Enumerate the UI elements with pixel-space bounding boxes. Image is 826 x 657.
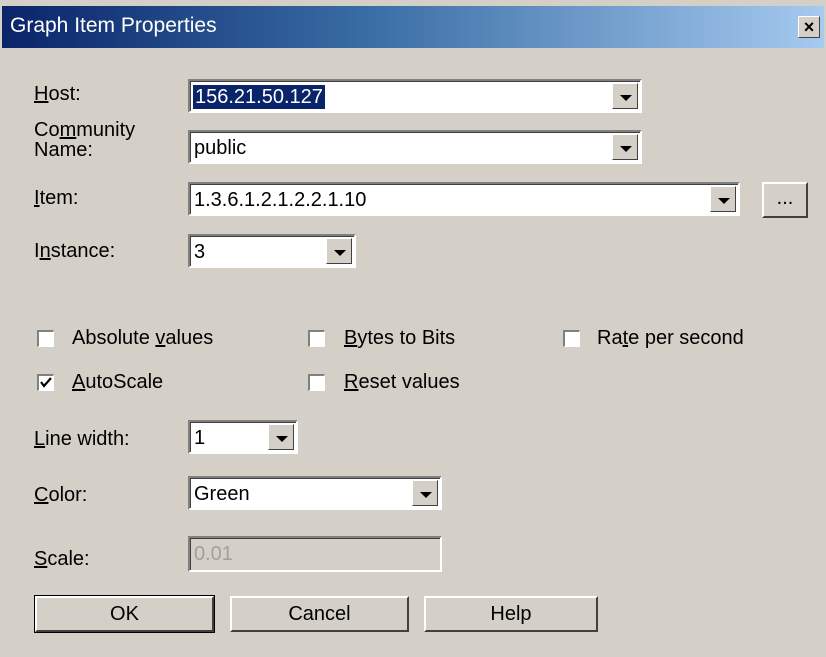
host-combobox[interactable]: 156.21.50.127 (188, 79, 642, 113)
instance-combobox[interactable]: 3 (188, 234, 356, 268)
cancel-button[interactable]: Cancel (230, 596, 409, 632)
rate-per-second-label[interactable]: Rate per second (597, 327, 744, 349)
scale-input[interactable]: 0.01 (188, 536, 442, 572)
title-bar[interactable]: Graph Item Properties × (2, 6, 824, 48)
bytes-to-bits-checkbox[interactable] (308, 330, 325, 347)
close-icon: × (803, 17, 815, 37)
help-button[interactable]: Help (424, 596, 598, 632)
reset-values-checkbox[interactable] (308, 374, 325, 391)
reset-values-label[interactable]: Reset values (344, 371, 460, 393)
graph-item-properties-dialog: Graph Item Properties × Host: 156.21.50.… (0, 0, 826, 657)
community-dropdown-button[interactable] (612, 134, 638, 160)
instance-value: 3 (194, 241, 206, 263)
host-label: Host: (34, 83, 81, 105)
item-browse-button[interactable]: ... (762, 182, 808, 218)
instance-label: Instance: (34, 240, 116, 262)
community-combobox[interactable]: public (188, 130, 642, 164)
absolute-values-checkbox[interactable] (37, 330, 54, 347)
line-width-value: 1 (194, 427, 206, 449)
color-combobox[interactable]: Green (188, 476, 442, 510)
color-label: Color: (34, 484, 88, 506)
instance-dropdown-button[interactable] (326, 238, 352, 264)
color-value: Green (194, 483, 250, 505)
community-value: public (194, 137, 247, 159)
checkmark-icon (40, 377, 52, 388)
item-label: Item: (34, 187, 79, 209)
item-dropdown-button[interactable] (710, 186, 736, 212)
host-value: 156.21.50.127 (193, 85, 325, 109)
host-dropdown-button[interactable] (612, 83, 638, 109)
autoscale-checkbox[interactable] (37, 374, 54, 391)
item-value: 1.3.6.1.2.1.2.2.1.10 (194, 189, 367, 211)
community-label: Community Name: (34, 119, 136, 161)
line-width-label: Line width: (34, 428, 130, 450)
color-dropdown-button[interactable] (412, 480, 438, 506)
dialog-title: Graph Item Properties (10, 14, 217, 37)
scale-label: Scale: (34, 548, 90, 570)
close-button[interactable]: × (798, 16, 820, 38)
line-width-combobox[interactable]: 1 (188, 420, 298, 454)
absolute-values-label[interactable]: Absolute values (72, 327, 213, 349)
rate-per-second-checkbox[interactable] (563, 330, 580, 347)
bytes-to-bits-label[interactable]: Bytes to Bits (344, 327, 455, 349)
autoscale-label[interactable]: AutoScale (72, 371, 163, 393)
ok-button[interactable]: OK (34, 595, 215, 633)
line-width-dropdown-button[interactable] (268, 424, 294, 450)
item-combobox[interactable]: 1.3.6.1.2.1.2.2.1.10 (188, 182, 740, 216)
scale-value: 0.01 (194, 543, 233, 565)
